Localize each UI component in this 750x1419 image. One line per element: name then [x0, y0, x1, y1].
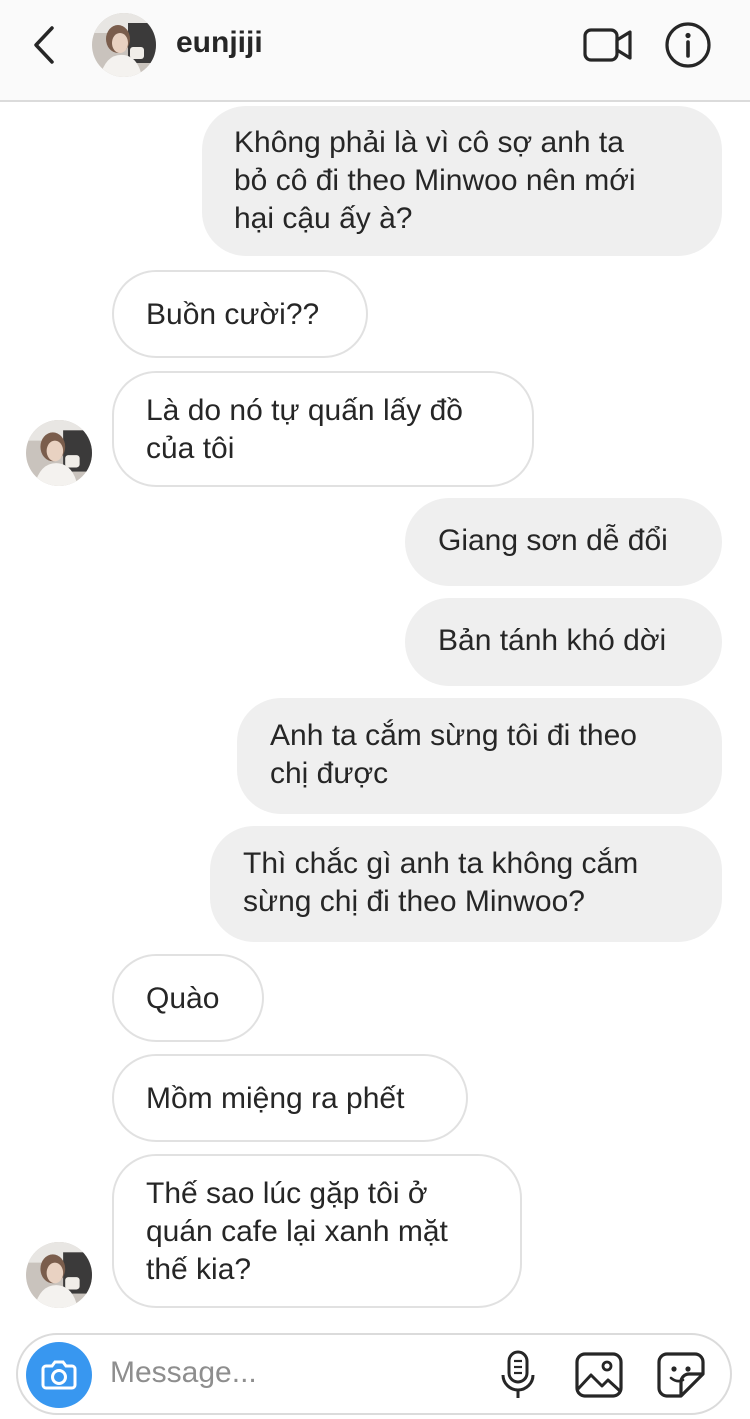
message-text: Quào — [146, 982, 220, 1015]
message-bubble-sent[interactable]: Không phải là vì cô sợ anh ta bỏ cô đi t… — [202, 106, 722, 256]
message-text: Giang sơn dễ đổi — [438, 524, 668, 557]
message-text: Bản tánh khó dời — [438, 624, 667, 657]
gallery-icon[interactable] — [574, 1351, 624, 1399]
back-icon[interactable] — [30, 24, 60, 66]
message-text: Mồm miệng ra phết — [146, 1082, 405, 1115]
camera-button[interactable] — [26, 1342, 92, 1408]
message-input[interactable]: Message... — [110, 1356, 257, 1390]
info-icon[interactable] — [664, 21, 712, 69]
message-text: Không phải là vì cô sợ anh ta bỏ cô đi t… — [234, 126, 636, 235]
sender-avatar[interactable] — [26, 420, 92, 486]
avatar[interactable] — [92, 13, 156, 77]
message-text: Thì chắc gì anh ta không cắm sừng chị đi… — [243, 847, 639, 918]
message-bubble-sent[interactable]: Bản tánh khó dời — [405, 598, 722, 686]
sticker-icon[interactable] — [656, 1351, 706, 1399]
message-text: Anh ta cắm sừng tôi đi theo chị được — [270, 719, 637, 790]
message-bubble-sent[interactable]: Thì chắc gì anh ta không cắm sừng chị đi… — [210, 826, 722, 942]
message-bubble-received[interactable]: Là do nó tự quấn lấy đồ của tôi — [112, 371, 534, 487]
message-bubble-received[interactable]: Quào — [112, 954, 264, 1042]
message-bubble-received[interactable]: Thế sao lúc gặp tôi ở quán cafe lại xanh… — [112, 1154, 522, 1308]
message-bubble-received[interactable]: Mồm miệng ra phết — [112, 1054, 468, 1142]
message-text: Buồn cười?? — [146, 298, 320, 331]
message-bubble-sent[interactable]: Giang sơn dễ đổi — [405, 498, 722, 586]
message-composer: Message... — [16, 1333, 732, 1415]
chat-header: eunjiji — [0, 0, 750, 102]
sender-avatar[interactable] — [26, 1242, 92, 1308]
chat-username[interactable]: eunjiji — [176, 26, 263, 60]
message-bubble-sent[interactable]: Anh ta cắm sừng tôi đi theo chị được — [237, 698, 722, 814]
video-camera-icon[interactable] — [582, 24, 634, 66]
message-bubble-received[interactable]: Buồn cười?? — [112, 270, 368, 358]
message-text: Thế sao lúc gặp tôi ở quán cafe lại xanh… — [146, 1177, 448, 1286]
message-text: Là do nó tự quấn lấy đồ của tôi — [146, 394, 463, 465]
microphone-icon[interactable] — [498, 1349, 538, 1401]
camera-icon — [41, 1360, 77, 1390]
